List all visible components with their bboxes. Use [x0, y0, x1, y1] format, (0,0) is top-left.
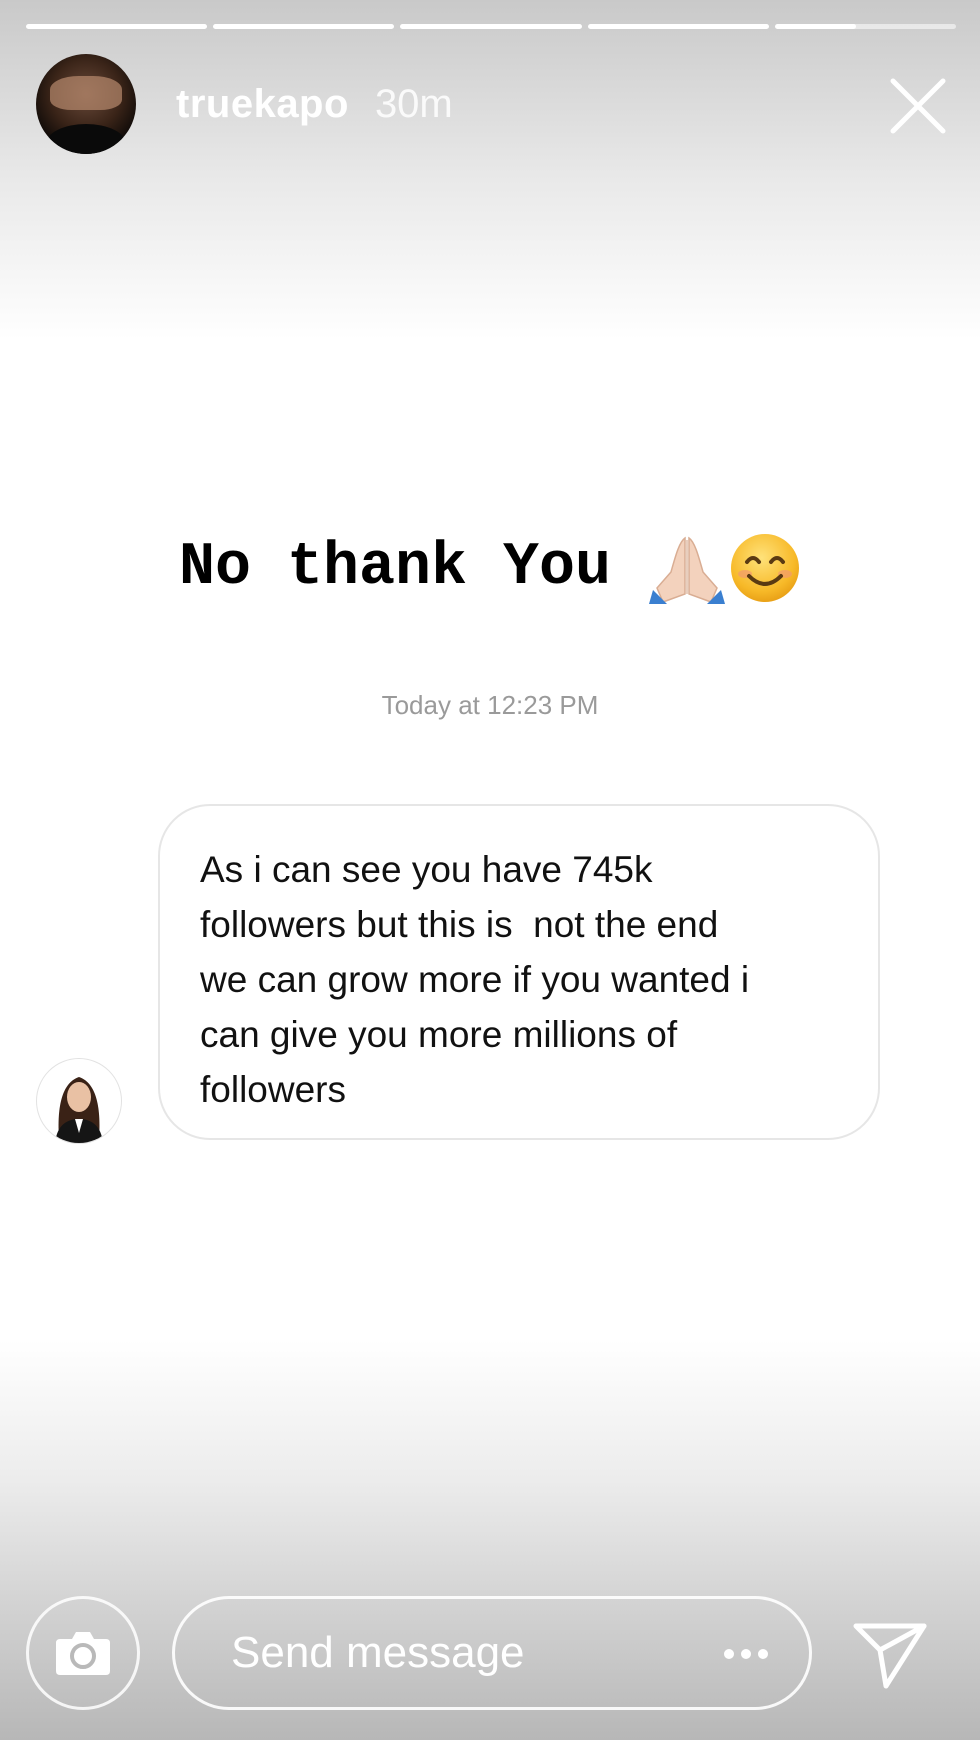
story-progress-segment: [400, 24, 582, 29]
caption-text: No thank You: [178, 534, 612, 602]
folded-hands-emoji: [649, 532, 726, 604]
message-line: As i can see you have 745k: [200, 849, 653, 890]
story-progress-fill: [400, 24, 582, 29]
username[interactable]: truekapo: [176, 82, 349, 127]
message-timestamp: Today at 12:23 PM: [381, 690, 599, 720]
send-message-placeholder: Send message: [231, 1628, 525, 1677]
story-progress-fill: [774, 24, 857, 29]
camera-button[interactable]: [26, 1596, 140, 1710]
camera-icon: [56, 1632, 110, 1675]
message-line: we can grow more if you wanted i: [200, 959, 750, 1000]
story-progress-fill: [213, 24, 395, 29]
message-line: can give you more millions of: [200, 1014, 678, 1055]
sender-avatar: [36, 1058, 122, 1144]
message-line: followers: [200, 1069, 346, 1110]
send-icon: [853, 1623, 927, 1689]
smiling-face-emoji: [729, 532, 801, 604]
story-progress-bar: [26, 24, 957, 29]
story-progress-segment: [774, 24, 957, 29]
close-button[interactable]: [890, 78, 946, 134]
story-progress-segment: [587, 24, 769, 29]
story-header: truekapo 30m: [36, 54, 453, 154]
story-progress-fill: [587, 24, 769, 29]
close-icon: [890, 78, 946, 134]
message-bubble[interactable]: As i can see you have 745k followers but…: [158, 804, 880, 1140]
send-message-input[interactable]: Send message: [172, 1596, 812, 1710]
reply-bar: Send message: [26, 1596, 956, 1712]
send-button[interactable]: [852, 1616, 928, 1692]
story-progress-segment: [213, 24, 395, 29]
more-dots-icon[interactable]: [723, 1647, 769, 1659]
profile-avatar[interactable]: [36, 54, 136, 154]
message-line: followers but this is not the end: [200, 904, 719, 945]
time-ago: 30m: [374, 81, 453, 126]
story-caption: No thank You: [0, 532, 980, 604]
story-progress-segment: [26, 24, 208, 29]
story-progress-fill: [26, 24, 208, 29]
